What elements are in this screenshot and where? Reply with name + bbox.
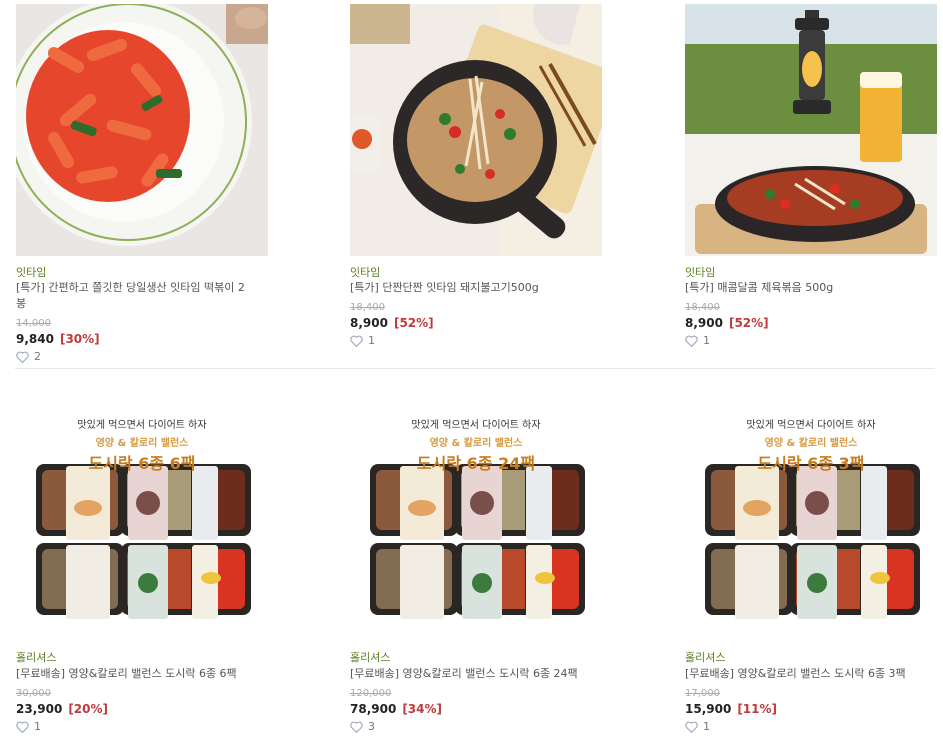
sale-price: 15,900 [11%] [685, 702, 778, 716]
heart-icon [16, 351, 29, 363]
original-price: 17,000 [685, 688, 720, 699]
product-title[interactable]: [무료배송] 영양&칼로리 밸런스 도시락 6종 6팩 [16, 666, 268, 682]
sale-price: 9,840 [30%] [16, 332, 100, 346]
product-image-dosirak[interactable]: 맛있게 먹으면서 다이어트 하자 영양 & 칼로리 밸런스 도시락 6종 24팩 [350, 388, 602, 636]
heart-icon [685, 721, 698, 733]
banner-title: 도시락 6종 24팩 [416, 454, 536, 473]
banner-headline: 맛있게 먹으면서 다이어트 하자 [77, 420, 207, 431]
discount-rate: [20%] [68, 702, 109, 716]
discount-rate: [34%] [402, 702, 443, 716]
original-price: 18,400 [685, 302, 720, 313]
like-count: 1 [703, 334, 710, 347]
product-card-2[interactable]: 잇타임 [특가] 단짠단짠 잇타임 돼지불고기500g 18,400 8,900… [350, 4, 602, 347]
discount-rate: [52%] [393, 316, 434, 330]
product-title[interactable]: [특가] 단짠단짠 잇타임 돼지불고기500g [350, 280, 602, 296]
like-button[interactable]: 1 [350, 334, 375, 347]
like-count: 2 [34, 350, 41, 363]
product-image-jeyuk-bokkeum[interactable] [685, 4, 937, 256]
like-button[interactable]: 1 [685, 720, 710, 733]
product-card-3[interactable]: 잇타임 [특가] 매콤달콤 제육볶음 500g 18,400 8,900 [52%… [685, 4, 937, 347]
product-image-pork-bulgogi[interactable] [350, 4, 602, 256]
product-brand[interactable]: 잇타임 [350, 264, 380, 280]
product-title[interactable]: [특가] 매콤달콤 제육볶음 500g [685, 280, 937, 296]
like-button[interactable]: 3 [350, 720, 375, 733]
product-title[interactable]: [무료배송] 영양&칼로리 밸런스 도시락 6종 3팩 [685, 666, 937, 682]
like-count: 1 [368, 334, 375, 347]
product-image-dosirak[interactable]: 맛있게 먹으면서 다이어트 하자 영양 & 칼로리 밸런스 도시락 6종 3팩 [685, 388, 937, 636]
discount-rate: [11%] [737, 702, 778, 716]
original-price: 18,400 [350, 302, 385, 313]
product-card-1[interactable]: 잇타임 [특가] 간편하고 쫄깃한 당일생산 잇타임 떡볶이 2 봉 14,00… [16, 4, 268, 363]
heart-icon [16, 721, 29, 733]
product-card-6[interactable]: 맛있게 먹으면서 다이어트 하자 영양 & 칼로리 밸런스 도시락 6종 3팩 … [685, 388, 937, 733]
like-button[interactable]: 1 [16, 720, 41, 733]
sale-price: 23,900 [20%] [16, 702, 109, 716]
banner-subline: 영양 & 칼로리 밸런스 [429, 438, 523, 449]
like-button[interactable]: 2 [16, 350, 41, 363]
banner-headline: 맛있게 먹으면서 다이어트 하자 [411, 420, 541, 431]
product-brand[interactable]: 홀리셔스 [16, 649, 56, 665]
product-title[interactable]: [무료배송] 영양&칼로리 밸런스 도시락 6종 24팩 [350, 666, 602, 682]
sale-price: 8,900 [52%] [685, 316, 769, 330]
like-count: 3 [368, 720, 375, 733]
banner-subline: 영양 & 칼로리 밸런스 [764, 438, 858, 449]
sale-price: 8,900 [52%] [350, 316, 434, 330]
original-price: 14,000 [16, 318, 51, 329]
product-brand[interactable]: 잇타임 [685, 264, 715, 280]
discount-rate: [52%] [728, 316, 769, 330]
original-price: 30,000 [16, 688, 51, 699]
like-count: 1 [34, 720, 41, 733]
original-price: 120,000 [350, 688, 392, 699]
discount-rate: [30%] [59, 332, 100, 346]
product-image-dosirak[interactable]: 맛있게 먹으면서 다이어트 하자 영양 & 칼로리 밸런스 도시락 6종 6팩 [16, 388, 268, 636]
heart-icon [350, 335, 363, 347]
heart-icon [685, 335, 698, 347]
product-brand[interactable]: 홀리셔스 [350, 649, 390, 665]
product-title[interactable]: [특가] 간편하고 쫄깃한 당일생산 잇타임 떡볶이 2 봉 [16, 280, 268, 312]
banner-subline: 영양 & 칼로리 밸런스 [95, 438, 189, 449]
product-card-4[interactable]: 맛있게 먹으면서 다이어트 하자 영양 & 칼로리 밸런스 도시락 6종 6팩 … [16, 388, 268, 733]
product-image-tteokbokki[interactable] [16, 4, 268, 256]
banner-title: 도시락 6종 6팩 [88, 454, 196, 473]
product-card-5[interactable]: 맛있게 먹으면서 다이어트 하자 영양 & 칼로리 밸런스 도시락 6종 24팩… [350, 388, 602, 733]
sale-price: 78,900 [34%] [350, 702, 443, 716]
like-count: 1 [703, 720, 710, 733]
like-button[interactable]: 1 [685, 334, 710, 347]
product-brand[interactable]: 잇타임 [16, 264, 46, 280]
product-brand[interactable]: 홀리셔스 [685, 649, 725, 665]
row-divider [15, 368, 935, 369]
banner-headline: 맛있게 먹으면서 다이어트 하자 [746, 420, 876, 431]
banner-title: 도시락 6종 3팩 [757, 454, 865, 473]
heart-icon [350, 721, 363, 733]
